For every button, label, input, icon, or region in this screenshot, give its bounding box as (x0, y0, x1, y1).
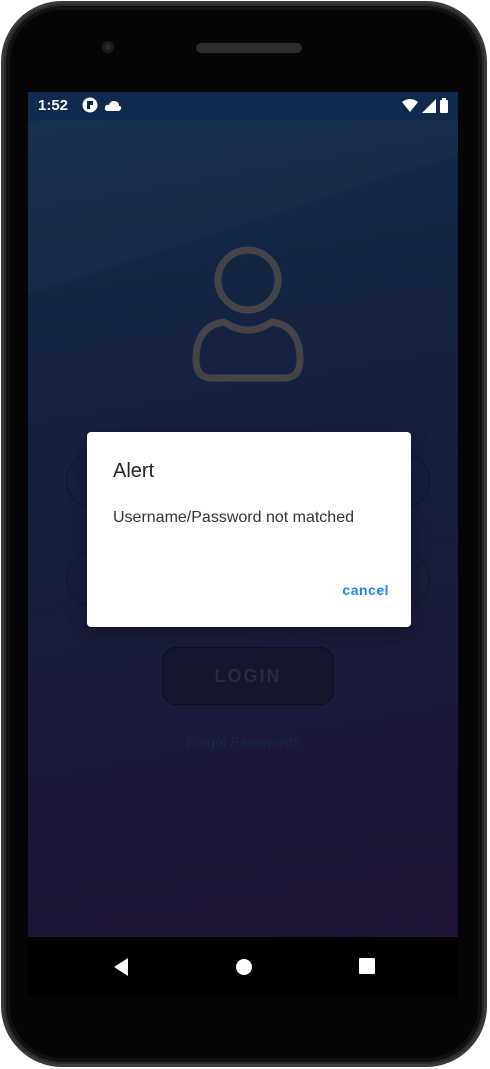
back-icon[interactable] (112, 957, 130, 982)
status-time: 1:52 (38, 97, 69, 114)
status-bar: 1:52 (28, 92, 458, 120)
front-camera (102, 41, 114, 53)
cloud-icon (104, 99, 122, 116)
battery-icon (440, 98, 448, 117)
earpiece-speaker (196, 43, 302, 53)
cancel-button[interactable]: cancel (342, 582, 389, 598)
navigation-bar (28, 937, 458, 997)
alert-dialog: Alert Username/Password not matched canc… (87, 432, 411, 627)
home-icon[interactable] (234, 957, 254, 982)
wifi-icon (402, 98, 418, 117)
signal-icon (422, 98, 436, 117)
notification-app-icon (82, 97, 98, 117)
dialog-title: Alert (113, 460, 155, 482)
app-screen: 1:52 LOGIN Forgot Password? Alert Userna… (28, 92, 458, 937)
recents-icon[interactable] (358, 957, 376, 980)
dialog-message: Username/Password not matched (113, 509, 354, 526)
